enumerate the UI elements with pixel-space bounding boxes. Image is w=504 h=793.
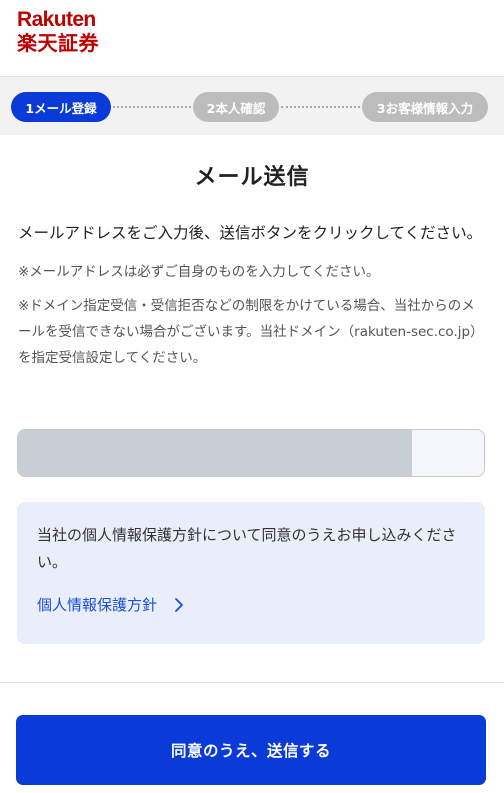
main-content: メール送信 メールアドレスをご入力後、送信ボタンをクリックしてください。 ※メー…	[0, 135, 504, 683]
step-connector	[113, 106, 191, 108]
logo-text-jp: 楽天証券	[17, 31, 99, 55]
consent-text: 当社の個人情報保護方針について同意のうえお申し込みください。	[37, 526, 457, 571]
page-title: メール送信	[194, 165, 310, 190]
note-domain-setting: ※ドメイン指定受信・受信拒否などの制限をかけている場合、当社からのメールを受信で…	[18, 298, 484, 366]
rakuten-securities-logo[interactable]: Rakuten 楽天証券	[17, 9, 99, 53]
email-field[interactable]	[17, 429, 485, 477]
logo-text-en: Rakuten	[17, 8, 96, 31]
step-3-customer-info: 3お客様情報入力	[362, 92, 488, 122]
progress-steps: 1メール登録 2本人確認 3お客様情報入力	[0, 77, 504, 135]
agree-and-send-button[interactable]: 同意のうえ、送信する	[16, 715, 486, 785]
step-1-email-registration: 1メール登録	[11, 92, 111, 122]
instruction-text: メールアドレスをご入力後、送信ボタンをクリックしてください。	[18, 224, 483, 242]
footer-bar: 同意のうえ、送信する	[0, 682, 504, 793]
step-connector	[281, 106, 360, 108]
app-header: Rakuten 楽天証券	[0, 0, 504, 77]
note-own-email: ※メールアドレスは必ずご自身のものを入力してください。	[18, 264, 380, 280]
privacy-consent-box: 当社の個人情報保護方針について同意のうえお申し込みください。 個人情報保護方針	[17, 502, 485, 644]
email-input[interactable]	[18, 430, 484, 476]
step-2-identity-verification: 2本人確認	[193, 92, 279, 122]
privacy-policy-link[interactable]: 個人情報保護方針	[37, 594, 187, 615]
chevron-right-icon	[171, 597, 187, 613]
privacy-policy-link-label: 個人情報保護方針	[37, 596, 158, 614]
